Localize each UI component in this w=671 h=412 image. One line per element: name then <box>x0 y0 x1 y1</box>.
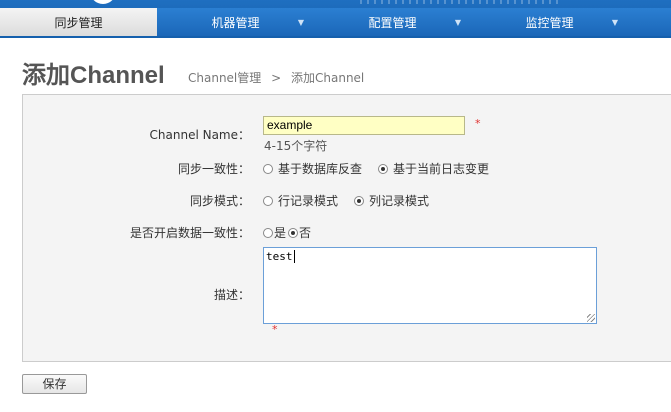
option-label: 列记录模式 <box>369 194 430 208</box>
channel-name-input[interactable]: example <box>263 116 465 135</box>
nav-tabs: 同步管理 机器管理 ▼ 配置管理 ▼ 监控管理 ▼ <box>0 8 671 36</box>
radio-button-checked[interactable] <box>378 163 389 174</box>
tab-label: 配置管理 <box>368 16 417 30</box>
radio-column-mode[interactable]: 列记录模式 <box>354 192 429 209</box>
save-button[interactable]: 保存 <box>22 374 87 394</box>
logo-decoration <box>90 0 116 4</box>
top-navigation-bar: 同步管理 机器管理 ▼ 配置管理 ▼ 监控管理 ▼ <box>0 0 671 36</box>
tab-config-management[interactable]: 配置管理 ▼ <box>314 8 471 36</box>
tab-sync-management[interactable]: 同步管理 <box>0 8 157 36</box>
radio-row-mode[interactable]: 行记录模式 <box>263 192 338 209</box>
radio-yes[interactable]: 是 <box>263 224 286 241</box>
banner-decoration <box>360 0 560 4</box>
resize-handle[interactable] <box>587 314 595 322</box>
sync-mode-options: 行记录模式 列记录模式 <box>263 192 445 209</box>
chevron-down-icon: ▼ <box>611 18 618 27</box>
data-consistency-options: 是 否 <box>263 224 327 241</box>
channel-name-label: Channel Name： <box>149 128 250 142</box>
tab-monitor-management[interactable]: 监控管理 ▼ <box>471 8 628 36</box>
radio-button[interactable] <box>263 163 273 174</box>
required-mark: * <box>272 323 278 336</box>
radio-button-checked[interactable] <box>288 227 299 238</box>
radio-button[interactable] <box>263 227 273 238</box>
radio-no[interactable]: 否 <box>288 224 311 241</box>
radio-button[interactable] <box>263 195 273 206</box>
breadcrumb-separator: > <box>271 71 282 85</box>
description-text: test <box>266 250 293 263</box>
option-label: 基于当前日志变更 <box>393 162 490 176</box>
option-label: 行记录模式 <box>278 194 339 208</box>
chevron-down-icon: ▼ <box>297 18 304 27</box>
sync-mode-label: 同步模式： <box>189 194 250 208</box>
breadcrumb-parent-link[interactable]: Channel管理 <box>188 71 261 85</box>
description-label: 描述： <box>213 288 250 302</box>
tab-machine-management[interactable]: 机器管理 ▼ <box>157 8 314 36</box>
tab-label: 同步管理 <box>54 16 103 30</box>
breadcrumb-current: 添加Channel <box>291 71 365 85</box>
option-label: 否 <box>299 226 312 240</box>
description-textarea[interactable]: test <box>263 247 597 324</box>
chevron-down-icon: ▼ <box>454 18 461 27</box>
text-cursor <box>293 250 295 263</box>
required-mark: * <box>475 117 481 130</box>
page-title: 添加Channel <box>22 62 165 89</box>
channel-name-hint: 4-15个字符 <box>264 139 328 153</box>
tab-label: 机器管理 <box>211 16 260 30</box>
data-consistency-label: 是否开启数据一致性： <box>129 226 250 240</box>
sync-consistency-options: 基于数据库反查 基于当前日志变更 <box>263 160 505 177</box>
breadcrumb: Channel管理 > 添加Channel <box>188 69 370 86</box>
nav-divider <box>0 36 671 38</box>
radio-log-change[interactable]: 基于当前日志变更 <box>378 160 489 177</box>
option-label: 基于数据库反查 <box>278 162 363 176</box>
option-label: 是 <box>274 226 287 240</box>
sync-consistency-label: 同步一致性： <box>177 162 250 176</box>
radio-button-checked[interactable] <box>354 195 365 206</box>
radio-db-lookup[interactable]: 基于数据库反查 <box>263 160 362 177</box>
tab-label: 监控管理 <box>525 16 574 30</box>
